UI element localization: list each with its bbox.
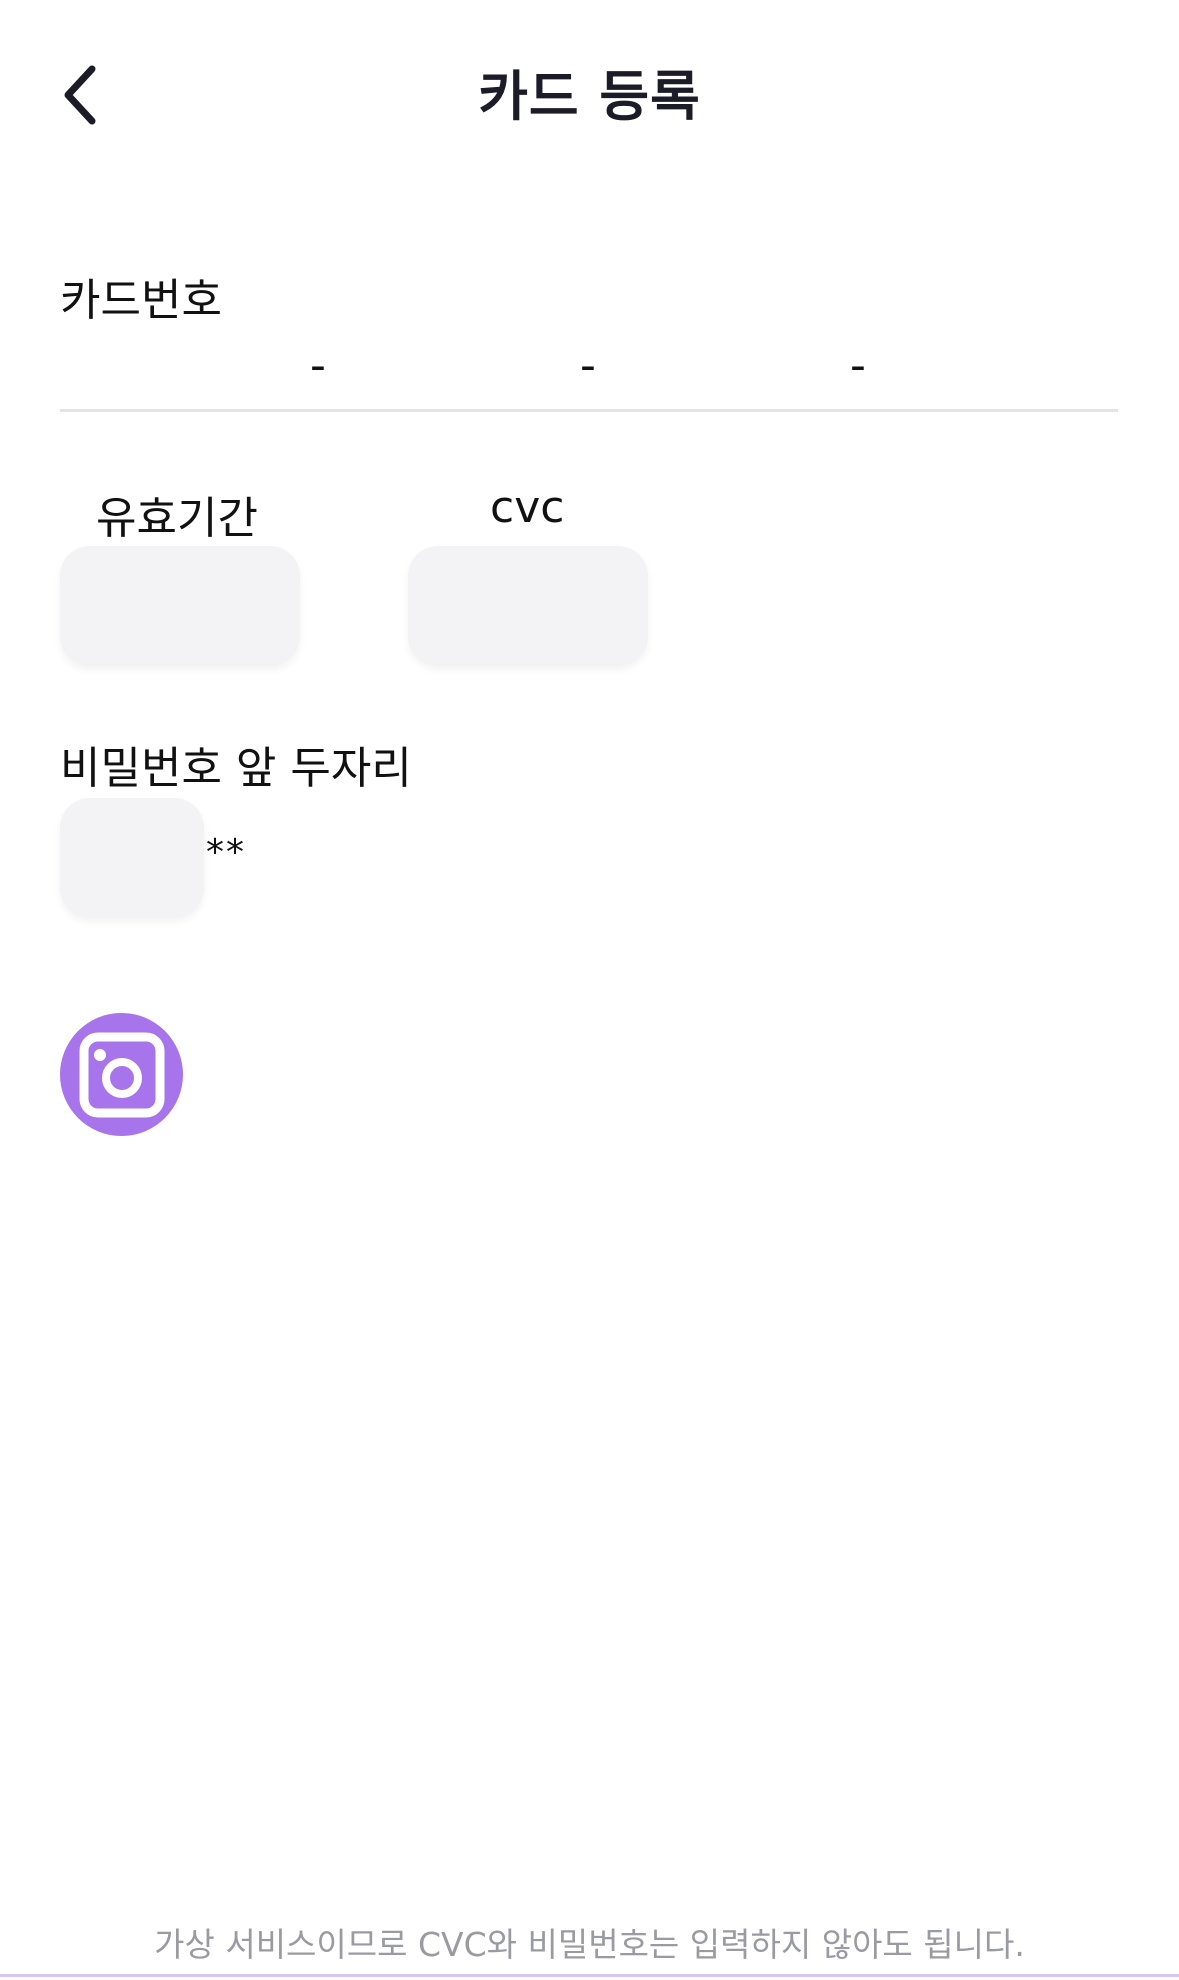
bottom-divider [0, 1974, 1179, 1977]
password-input[interactable] [60, 798, 204, 918]
card-number-segment-4[interactable] [880, 336, 1118, 406]
card-number-separator: - [850, 340, 866, 391]
camera-icon [79, 1032, 164, 1117]
cvc-input[interactable] [408, 546, 648, 666]
card-number-separator: - [580, 340, 596, 391]
card-number-segment-3[interactable] [610, 336, 850, 406]
expiry-input[interactable] [60, 546, 300, 666]
card-registration-screen: 카드 등록 카드번호 - - - 유효기간 cvc 비밀번호 앞 두자리 ** … [0, 0, 1179, 1980]
password-label: 비밀번호 앞 두자리 [60, 743, 412, 794]
password-mask: ** [206, 832, 246, 873]
camera-scan-button[interactable] [60, 1013, 183, 1136]
page-title: 카드 등록 [478, 65, 701, 128]
footer-note: 가상 서비스이므로 CVC와 비밀번호는 입력하지 않아도 됩니다. [154, 1925, 1025, 1964]
expiry-label: 유효기간 [96, 493, 258, 544]
card-number-segment-1[interactable] [60, 336, 300, 406]
cvc-label: cvc [490, 482, 565, 533]
card-number-label: 카드번호 [60, 275, 222, 326]
card-number-segment-2[interactable] [340, 336, 580, 406]
card-number-field: - - - [60, 336, 1118, 412]
card-number-separator: - [310, 340, 326, 391]
